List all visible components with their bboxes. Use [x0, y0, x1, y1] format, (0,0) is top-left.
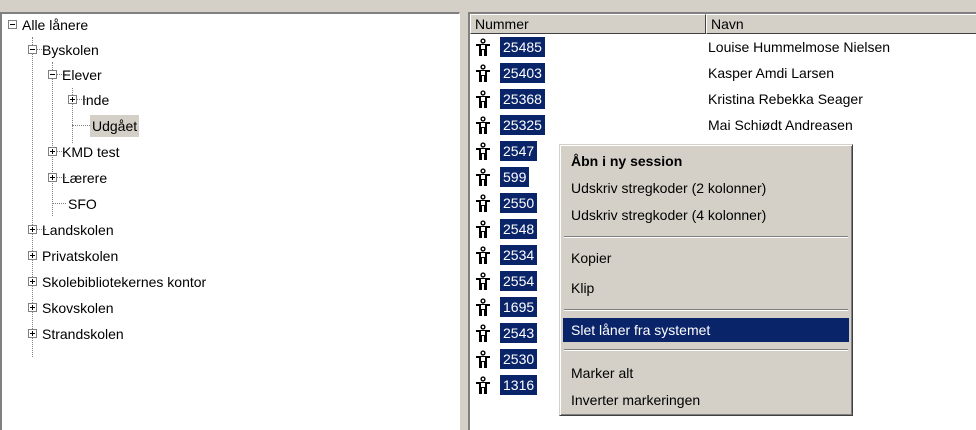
borrower-number: 2543	[500, 323, 538, 343]
menu-item-copy[interactable]: Kopier	[563, 246, 849, 270]
menu-item-select-all[interactable]: Marker alt	[563, 361, 849, 385]
borrower-number: 2534	[500, 245, 538, 265]
borrower-number: 2550	[500, 193, 538, 213]
tree-item-skolebibliotekernes-kontor[interactable]: Skolebibliotekernes kontor	[2, 271, 322, 293]
tree-item-byskolen[interactable]: Byskolen	[2, 39, 302, 61]
borrower-number: 25403	[500, 63, 545, 83]
collapse-icon[interactable]	[28, 45, 37, 54]
tree-item-label: Byskolen	[42, 42, 99, 58]
collapse-icon[interactable]	[48, 70, 57, 79]
borrower-name: Louise Hummelmose Nielsen	[708, 39, 891, 55]
person-icon	[476, 116, 490, 134]
tree-item-label: Inde	[82, 92, 110, 108]
menu-item-open-new-session[interactable]: Åbn i ny session	[563, 149, 849, 173]
tree-item-strandskolen[interactable]: Strandskolen	[2, 323, 302, 345]
borrower-number: 1316	[500, 375, 538, 395]
expand-icon[interactable]	[28, 303, 37, 312]
tree-item-skovskolen[interactable]: Skovskolen	[2, 297, 302, 319]
menu-separator	[564, 349, 848, 351]
borrower-name: Mai Schiødt Andreasen	[708, 117, 853, 133]
expand-icon[interactable]	[28, 225, 37, 234]
tree-item-label: Elever	[62, 67, 102, 83]
borrower-number: 599	[500, 167, 530, 187]
context-menu: Åbn i ny session Udskriv stregkoder (2 k…	[559, 144, 853, 416]
borrower-number: 1695	[500, 297, 538, 317]
tree-item-kmd-test[interactable]: KMD test	[2, 141, 302, 163]
tree-item-udgaet[interactable]: Udgået	[2, 115, 302, 137]
person-icon	[476, 272, 490, 290]
borrower-number: 25325	[500, 115, 545, 135]
person-icon	[476, 64, 490, 82]
person-icon	[476, 90, 490, 108]
person-icon	[476, 168, 490, 186]
list-header: Nummer Navn	[470, 14, 976, 34]
menu-item-invert-selection[interactable]: Inverter markeringen	[563, 388, 849, 412]
column-header-nummer[interactable]: Nummer	[470, 14, 706, 34]
expand-icon[interactable]	[28, 251, 37, 260]
menu-item-delete-borrower[interactable]: Slet låner fra systemet	[563, 318, 849, 342]
person-icon	[476, 324, 490, 342]
borrower-name: Kristina Rebekka Seager	[708, 91, 863, 107]
list-row[interactable]: 25403 Kasper Amdi Larsen	[470, 62, 976, 84]
person-icon	[476, 376, 490, 394]
tree-item-privatskolen[interactable]: Privatskolen	[2, 245, 302, 267]
tree-item-sfo[interactable]: SFO	[2, 193, 302, 215]
menu-separator	[564, 236, 848, 238]
tree-item-label: SFO	[68, 196, 97, 212]
collapse-icon[interactable]	[8, 20, 17, 29]
expand-icon[interactable]	[28, 329, 37, 338]
person-icon	[476, 350, 490, 368]
borrower-number: 2530	[500, 349, 538, 369]
tree-item-label: Lærere	[62, 170, 108, 186]
person-icon	[476, 194, 490, 212]
tree-item-laerere[interactable]: Lærere	[2, 167, 302, 189]
person-icon	[476, 220, 490, 238]
borrower-number: 25485	[500, 37, 545, 57]
tree-item-label: Skovskolen	[42, 300, 114, 316]
person-icon	[476, 246, 490, 264]
menu-item-cut[interactable]: Klip	[563, 276, 849, 300]
person-icon	[476, 38, 490, 56]
expand-icon[interactable]	[48, 147, 57, 156]
tree-item-label: Alle lånere	[22, 17, 89, 33]
borrower-name: Kasper Amdi Larsen	[708, 65, 835, 81]
list-row[interactable]: 25368 Kristina Rebekka Seager	[470, 88, 976, 110]
tree-item-label: Strandskolen	[42, 326, 124, 342]
expand-icon[interactable]	[48, 173, 57, 182]
tree-item-landskolen[interactable]: Landskolen	[2, 219, 302, 241]
menu-item-print-barcodes-2-columns[interactable]: Udskriv stregkoder (2 kolonner)	[563, 176, 849, 200]
tree-item-label: Landskolen	[42, 222, 114, 238]
person-icon	[476, 142, 490, 160]
expand-icon[interactable]	[28, 277, 37, 286]
borrower-number: 2547	[500, 141, 538, 161]
borrower-number: 25368	[500, 89, 545, 109]
menu-separator	[564, 309, 848, 311]
tree-view[interactable]: Alle lånere Byskolen Elever Inde Udgået …	[0, 12, 460, 430]
tree-item-label: Privatskolen	[42, 248, 119, 264]
tree-item-alle-lanere[interactable]: Alle lånere	[2, 14, 302, 36]
tree-item-label: Skolebibliotekernes kontor	[42, 274, 207, 290]
menu-item-print-barcodes-4-columns[interactable]: Udskriv stregkoder (4 kolonner)	[563, 203, 849, 227]
tree-item-label: KMD test	[62, 144, 120, 160]
expand-icon[interactable]	[68, 95, 77, 104]
pane-splitter[interactable]	[460, 12, 468, 430]
tree-item-elever[interactable]: Elever	[2, 64, 302, 86]
column-header-navn[interactable]: Navn	[706, 14, 976, 34]
borrower-number: 2554	[500, 271, 538, 291]
tree-item-inde[interactable]: Inde	[2, 89, 302, 111]
list-row[interactable]: 25485 Louise Hummelmose Nielsen	[470, 36, 976, 58]
list-row[interactable]: 25325 Mai Schiødt Andreasen	[470, 114, 976, 136]
borrower-number: 2548	[500, 219, 538, 239]
person-icon	[476, 298, 490, 316]
tree-item-label-selected: Udgået	[90, 115, 140, 137]
